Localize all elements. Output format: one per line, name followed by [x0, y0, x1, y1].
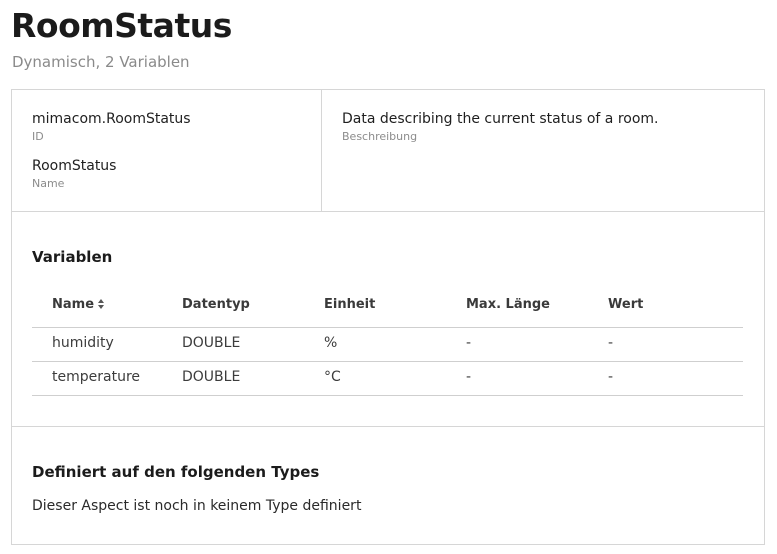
- column-header-einheit: Einheit: [324, 297, 376, 312]
- column-header-name[interactable]: Name: [52, 297, 105, 312]
- description-label: Beschreibung: [342, 130, 418, 143]
- variables-title: Variablen: [32, 248, 113, 266]
- cell-wert: -: [608, 369, 614, 385]
- aspect-details-card: mimacom.RoomStatus ID RoomStatus Name Da…: [11, 89, 765, 545]
- id-value: mimacom.RoomStatus: [32, 111, 191, 127]
- column-header-max-laenge: Max. Länge: [466, 297, 550, 312]
- cell-datentyp: DOUBLE: [182, 335, 241, 351]
- info-left-panel: mimacom.RoomStatus ID RoomStatus Name: [12, 90, 322, 211]
- cell-einheit: %: [324, 335, 338, 351]
- info-section: mimacom.RoomStatus ID RoomStatus Name Da…: [12, 90, 764, 212]
- column-header-datentyp: Datentyp: [182, 297, 250, 312]
- column-header-wert: Wert: [608, 297, 644, 312]
- name-value: RoomStatus: [32, 158, 117, 174]
- cell-max-laenge: -: [466, 369, 472, 385]
- table-row-divider: [32, 395, 743, 396]
- name-label: Name: [32, 177, 65, 190]
- types-title: Definiert auf den folgenden Types: [32, 463, 320, 481]
- cell-name: temperature: [52, 369, 140, 385]
- sort-icon[interactable]: [98, 299, 105, 310]
- cell-einheit: °C: [324, 369, 341, 385]
- types-empty-message: Dieser Aspect ist noch in keinem Type de…: [32, 498, 362, 514]
- cell-wert: -: [608, 335, 614, 351]
- cell-name: humidity: [52, 335, 114, 351]
- cell-datentyp: DOUBLE: [182, 369, 241, 385]
- section-divider: [12, 426, 764, 427]
- table-row-divider: [32, 361, 743, 362]
- id-label: ID: [32, 130, 44, 143]
- table-header-divider: [32, 327, 743, 328]
- page-title: RoomStatus: [11, 6, 232, 45]
- page-subtitle: Dynamisch, 2 Variablen: [12, 53, 190, 71]
- cell-max-laenge: -: [466, 335, 472, 351]
- description-value: Data describing the current status of a …: [342, 111, 659, 127]
